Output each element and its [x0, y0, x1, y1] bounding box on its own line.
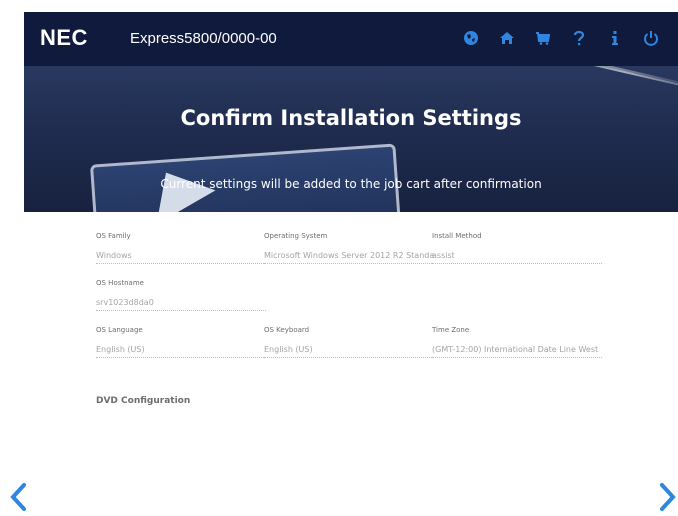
help-icon[interactable]	[570, 29, 588, 47]
light-streak	[358, 66, 678, 91]
forward-arrow-icon[interactable]	[658, 482, 678, 512]
server-model: Express5800/0000-00	[130, 30, 277, 47]
dvd-configuration-heading: DVD Configuration	[96, 396, 191, 406]
time-zone-field: Time Zone (GMT-12:00) International Date…	[432, 326, 602, 358]
back-arrow-icon[interactable]	[8, 482, 28, 512]
os-language-field: OS Language English (US)	[96, 326, 266, 358]
info-icon[interactable]	[606, 29, 624, 47]
field-value: srv1023d8da0	[96, 298, 266, 311]
os-family-field: OS Family Windows	[96, 232, 266, 264]
field-value: English (US)	[96, 345, 266, 358]
page-subtitle: Current settings will be added to the jo…	[160, 177, 542, 191]
install-method-field: Install Method assist	[432, 232, 602, 264]
header-icons	[462, 29, 660, 47]
cart-icon[interactable]	[534, 29, 552, 47]
field-value: assist	[432, 251, 602, 264]
os-hostname-field: OS Hostname srv1023d8da0	[96, 279, 266, 311]
os-keyboard-field: OS Keyboard English (US)	[264, 326, 434, 358]
field-label: Install Method	[432, 232, 482, 240]
field-value: (GMT-12:00) International Date Line West	[432, 345, 602, 358]
operating-system-field: Operating System Microsoft Windows Serve…	[264, 232, 434, 264]
page-title: Confirm Installation Settings	[180, 106, 522, 130]
field-value: English (US)	[264, 345, 434, 358]
home-icon[interactable]	[498, 29, 516, 47]
field-label: Time Zone	[432, 326, 470, 334]
power-icon[interactable]	[642, 29, 660, 47]
field-value: Microsoft Windows Server 2012 R2 Standar…	[264, 251, 434, 264]
field-label: OS Language	[96, 326, 143, 334]
hero-banner: Confirm Installation Settings Current se…	[24, 66, 678, 212]
field-label: OS Family	[96, 232, 131, 240]
settings-form: OS Family Windows Operating System Micro…	[0, 212, 678, 516]
light-streak	[447, 66, 678, 100]
field-label: Operating System	[264, 232, 328, 240]
brand-logo: NEC	[40, 25, 88, 50]
globe-icon[interactable]	[462, 29, 480, 47]
field-value: Windows	[96, 251, 266, 264]
top-navbar: NEC Express5800/0000-00	[24, 12, 678, 66]
field-label: OS Keyboard	[264, 326, 310, 334]
field-label: OS Hostname	[96, 279, 144, 287]
